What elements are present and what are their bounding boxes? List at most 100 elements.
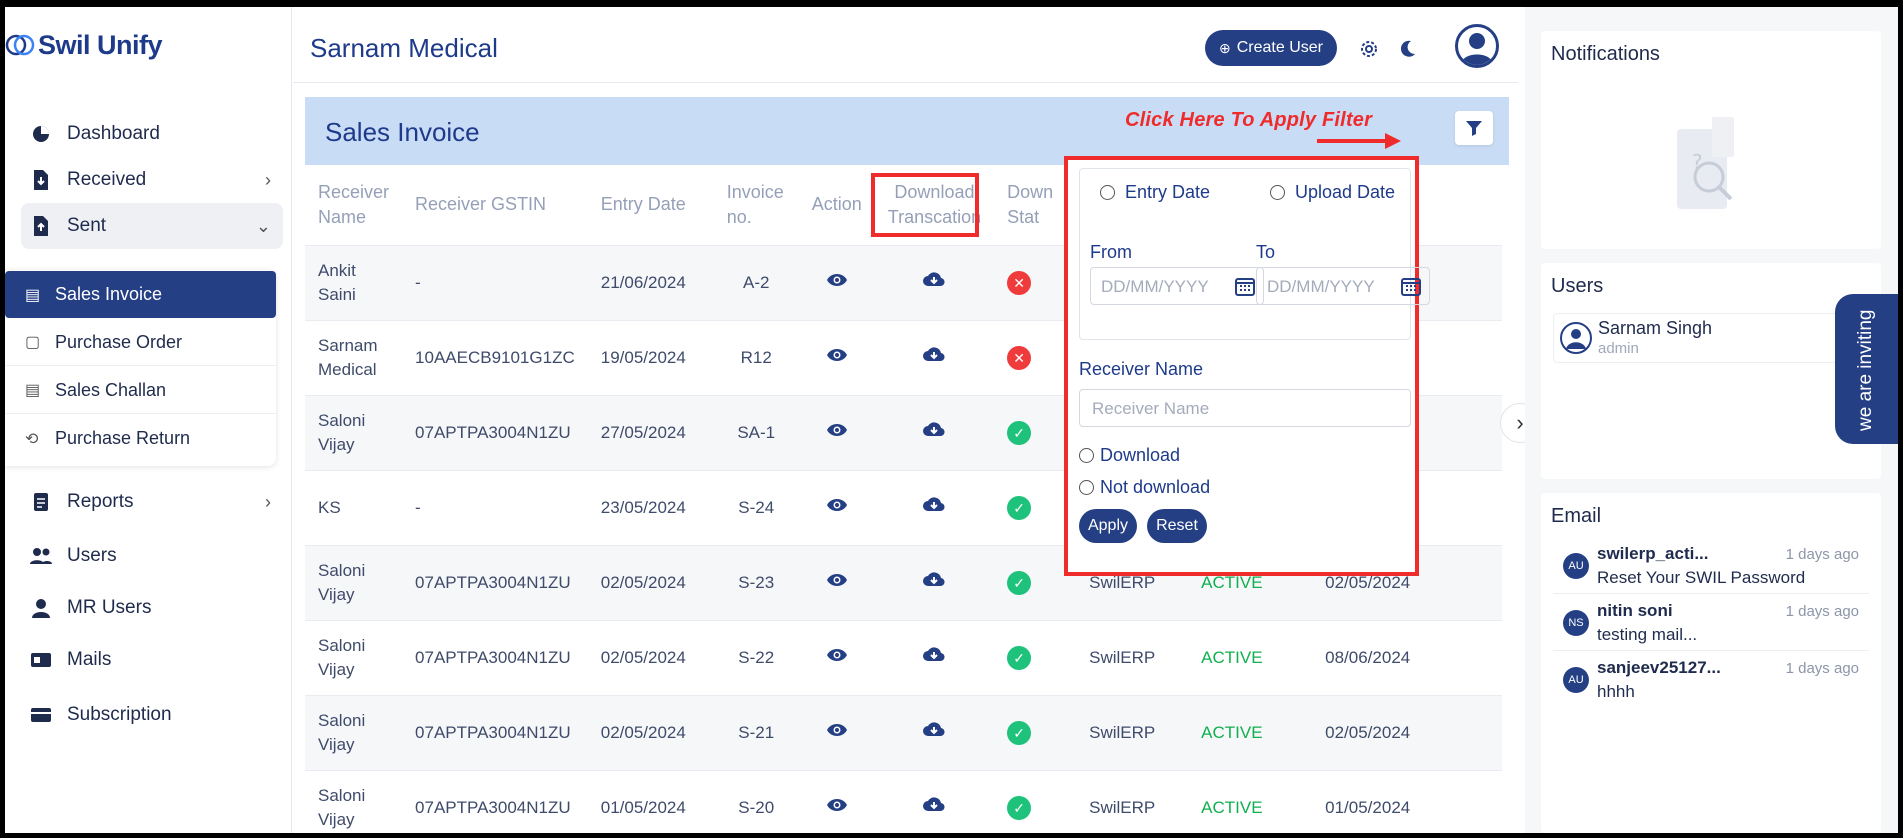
- submenu-sales-challan[interactable]: ▤ Sales Challan: [5, 367, 276, 414]
- create-user-button[interactable]: ⊕ Create User: [1205, 30, 1337, 66]
- cell-download: [874, 769, 995, 833]
- check-circle-icon: ✓: [1007, 645, 1032, 670]
- table-row: Saloni Vijay 07APTPA3004N1ZU 01/05/2024 S-2…: [305, 769, 1503, 833]
- eye-icon[interactable]: [826, 572, 848, 588]
- user-item[interactable]: Sarnam Singh admin: [1553, 313, 1869, 363]
- mail-subject: Reset Your SWIL Password: [1597, 568, 1806, 587]
- receiver-name-input[interactable]: Receiver Name: [1079, 389, 1411, 427]
- moon-icon[interactable]: [1393, 35, 1421, 63]
- sidebar-item-reports[interactable]: Reports ›: [21, 479, 283, 525]
- logo-text: Swil Unify: [38, 29, 163, 60]
- col-receiver-name[interactable]: Receiver Name: [305, 165, 402, 245]
- email-card: Email AU swilerp_acti... 1 days ago Rese…: [1541, 493, 1881, 833]
- calendar-icon[interactable]: [1235, 276, 1255, 296]
- not-download-label: Not download: [1100, 477, 1211, 497]
- cloud-download-icon[interactable]: [922, 645, 946, 663]
- mail-item[interactable]: NS nitin soni 1 days ago testing mail...: [1553, 597, 1869, 651]
- apply-button[interactable]: Apply: [1079, 509, 1137, 543]
- cloud-download-icon[interactable]: [922, 570, 946, 588]
- not-download-radio[interactable]: Not download: [1079, 477, 1210, 498]
- sidebar-item-label: Mails: [67, 649, 112, 670]
- cloud-download-icon[interactable]: [922, 795, 946, 813]
- from-date-input[interactable]: DD/MM/YYYY: [1090, 267, 1264, 305]
- eye-icon[interactable]: [826, 722, 848, 738]
- cell-invoice-no: S-20: [713, 769, 799, 833]
- cell-download: [874, 694, 995, 770]
- logo-icon: [5, 34, 35, 56]
- cell-action: [798, 544, 875, 620]
- eye-icon[interactable]: [826, 422, 848, 438]
- mail-from: nitin soni: [1597, 601, 1673, 620]
- sidebar-item-label: Sent: [67, 215, 107, 236]
- document-out-icon: [29, 214, 53, 238]
- upload-date-radio[interactable]: Upload Date: [1270, 182, 1395, 203]
- cell-entry-date: 02/05/2024: [587, 544, 714, 620]
- sidebar-item-received[interactable]: Received ›: [21, 157, 283, 203]
- to-date-input[interactable]: DD/MM/YYYY: [1256, 267, 1430, 305]
- sidebar-item-subscription[interactable]: Subscription: [21, 692, 283, 738]
- eye-icon[interactable]: [826, 347, 848, 363]
- users-icon: [29, 544, 53, 568]
- avatar[interactable]: [1455, 24, 1499, 68]
- cell-action: [798, 694, 875, 770]
- invite-tab[interactable]: we are inviting: [1835, 294, 1898, 444]
- mail-from: swilerp_acti...: [1597, 544, 1709, 563]
- submenu-label: Purchase Order: [55, 331, 183, 352]
- mr-user-icon: [29, 596, 53, 620]
- list-icon: ▤: [25, 382, 41, 399]
- eye-icon[interactable]: [826, 272, 848, 288]
- cloud-download-icon[interactable]: [922, 270, 946, 288]
- svg-text:?: ?: [1692, 150, 1703, 174]
- logo[interactable]: Swil Unify: [5, 25, 163, 65]
- cloud-download-icon[interactable]: [922, 420, 946, 438]
- mail-item[interactable]: AU swilerp_acti... 1 days ago Reset Your…: [1553, 540, 1869, 594]
- submenu-sales-invoice[interactable]: ▤ Sales Invoice: [5, 271, 276, 318]
- mail-time: 1 days ago: [1785, 603, 1859, 620]
- cell-status: ✓: [994, 694, 1077, 770]
- cell-download: [874, 394, 995, 470]
- filter-icon: [1466, 121, 1482, 136]
- mail-time: 1 days ago: [1785, 546, 1859, 563]
- col-entry-date[interactable]: Entry Date: [588, 165, 714, 245]
- cell-receiver-name: Saloni Vijay: [305, 394, 403, 470]
- sidebar-item-users[interactable]: Users: [21, 533, 283, 579]
- sidebar-item-label: MR Users: [67, 597, 152, 618]
- cloud-download-icon[interactable]: [922, 345, 946, 363]
- col-action[interactable]: Action: [799, 165, 875, 245]
- cell-download: [874, 244, 995, 320]
- gear-icon[interactable]: [1355, 35, 1383, 63]
- col-receiver-gstin[interactable]: Receiver GSTIN: [402, 165, 588, 245]
- submenu-purchase-order[interactable]: ▢ Purchase Order: [5, 319, 276, 366]
- sidebar-item-mails[interactable]: Mails: [21, 637, 283, 683]
- cloud-download-icon[interactable]: [922, 495, 946, 513]
- eye-icon[interactable]: [826, 647, 848, 663]
- cell-action: [798, 319, 875, 395]
- submenu-purchase-return[interactable]: ⟲ Purchase Return: [5, 415, 276, 462]
- check-circle-icon: ✓: [1007, 570, 1032, 595]
- radio-icon: [1079, 448, 1094, 463]
- submenu-label: Sales Challan: [55, 379, 167, 400]
- cell-gstin: 07APTPA3004N1ZU: [402, 394, 588, 470]
- cell-source: SwilERP: [1076, 694, 1189, 770]
- eye-icon[interactable]: [826, 497, 848, 513]
- sidebar-item-sent[interactable]: Sent ⌄: [21, 203, 283, 249]
- mail-item[interactable]: AU sanjeev25127... 1 days ago hhhh: [1553, 654, 1869, 708]
- document-in-icon: [29, 168, 53, 192]
- cell-state: ACTIVE: [1188, 769, 1313, 833]
- notifications-title: Notifications: [1551, 43, 1660, 65]
- sidebar-item-mr-users[interactable]: MR Users: [21, 585, 283, 631]
- eye-icon[interactable]: [826, 797, 848, 813]
- sidebar-item-label: Users: [67, 545, 117, 566]
- reset-button[interactable]: Reset: [1147, 509, 1207, 543]
- filter-button[interactable]: [1455, 111, 1493, 145]
- sidebar-item-dashboard[interactable]: Dashboard: [21, 111, 283, 157]
- cell-action: [798, 469, 875, 545]
- chevron-right-icon: ›: [265, 170, 271, 190]
- entry-date-radio[interactable]: Entry Date: [1100, 182, 1210, 203]
- calendar-icon[interactable]: [1401, 276, 1421, 296]
- col-invoice-no[interactable]: Invoice no.: [714, 165, 799, 245]
- download-radio[interactable]: Download: [1079, 445, 1180, 466]
- to-date-placeholder: DD/MM/YYYY: [1267, 277, 1375, 296]
- entry-date-label: Entry Date: [1125, 182, 1211, 202]
- cloud-download-icon[interactable]: [922, 720, 946, 738]
